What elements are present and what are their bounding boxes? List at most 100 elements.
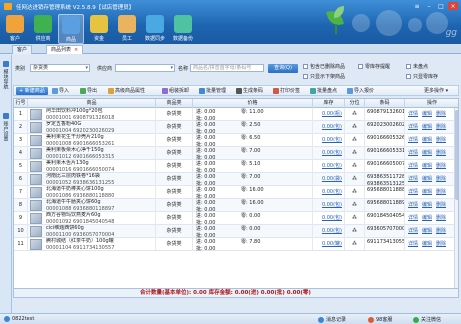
stock-link[interactable]: 0.00(罐) bbox=[313, 238, 345, 251]
delete-link[interactable]: 删除 bbox=[436, 173, 446, 186]
close-icon[interactable]: × bbox=[448, 2, 458, 10]
detail-link[interactable]: 详情 bbox=[408, 199, 418, 212]
delete-link[interactable]: 删除 bbox=[436, 225, 446, 238]
nav-supplier[interactable]: 供应商 bbox=[30, 14, 56, 44]
detail-link[interactable]: 详情 bbox=[408, 212, 418, 225]
table-row[interactable]: 3 美利果花生干炒壳片210g 00001008 6901666053261 杂货类进… bbox=[14, 134, 458, 147]
col-price[interactable]: 价格 bbox=[193, 99, 313, 108]
menu-icon[interactable]: ≡ bbox=[412, 2, 422, 10]
detail-link[interactable]: 详情 bbox=[408, 173, 418, 186]
edit-link[interactable]: 编辑 bbox=[422, 160, 432, 173]
support-button[interactable]: 98客服 bbox=[368, 316, 392, 323]
stock-link[interactable]: 0.00(瓶) bbox=[313, 108, 345, 121]
col-product[interactable]: 商品 bbox=[28, 99, 156, 108]
export-button[interactable]: 导出 bbox=[80, 87, 97, 95]
delete-link[interactable]: 删除 bbox=[436, 160, 446, 173]
tab-close-icon[interactable]: × bbox=[74, 47, 78, 53]
zero-stock-alert-checkbox[interactable]: 零库存提醒 bbox=[358, 63, 390, 70]
nav-sync[interactable]: 数据同步 bbox=[142, 14, 168, 44]
nav-money[interactable]: 资金 bbox=[86, 14, 112, 44]
follow-wechat-button[interactable]: 关注微信 bbox=[413, 316, 441, 323]
edit-link[interactable]: 编辑 bbox=[422, 238, 432, 251]
table-row[interactable]: 7 北海道牛奶棒夹心饼100g 00001086 6936880118880 杂货类进… bbox=[14, 186, 458, 199]
stock-link[interactable]: 0.00(包) bbox=[313, 199, 345, 212]
stock-link[interactable]: 0.00(包) bbox=[313, 212, 345, 225]
detail-link[interactable]: 详情 bbox=[408, 225, 418, 238]
not-counted-checkbox[interactable]: 未盘点 bbox=[406, 63, 428, 70]
minimize-icon[interactable]: – bbox=[424, 2, 434, 10]
stock-link[interactable]: 0.00(包) bbox=[313, 225, 345, 238]
stock-link[interactable]: 0.00(袋) bbox=[313, 173, 345, 186]
table-row[interactable]: 10 cici维题西饼60g 00001100 6936057070004 杂货类 进:… bbox=[14, 225, 458, 238]
supplier-select[interactable] bbox=[115, 64, 175, 72]
table-row[interactable]: 11 腾村城结（红茶牛奶）100g罐 00001104 6911734130557 杂… bbox=[14, 238, 458, 251]
detail-link[interactable]: 详情 bbox=[408, 108, 418, 121]
delete-link[interactable]: 删除 bbox=[436, 238, 446, 251]
detail-link[interactable]: 详情 bbox=[408, 186, 418, 199]
new-product-button[interactable]: + 新建商品 bbox=[16, 87, 48, 95]
name-search-input[interactable]: 商品名/拼音首字母/条码号 bbox=[190, 64, 264, 72]
table-row[interactable]: 6 河南比三层肉铁卷*16袋 00001052 6938636131255 杂货类 进:… bbox=[14, 173, 458, 186]
tab-customer[interactable]: 客户 bbox=[12, 45, 33, 54]
nav-customer[interactable]: 客户 bbox=[2, 14, 28, 44]
table-row[interactable]: 2 罗定五香粉40G 00001004 6920230026029 杂货类 进: 0.0… bbox=[14, 121, 458, 134]
col-unit[interactable]: 分位 bbox=[345, 99, 365, 108]
table-row[interactable]: 9 西方谷物玛饮燕麦片60g 00001092 6901845040548 杂货类 进:… bbox=[14, 212, 458, 225]
edit-link[interactable]: 编辑 bbox=[422, 108, 432, 121]
col-actions[interactable]: 操作 bbox=[405, 99, 458, 108]
table-row[interactable]: 5 美利果木舌片130g 00001016 6901666050074 杂货类 进: 0… bbox=[14, 160, 458, 173]
more-actions-dropdown[interactable]: 更多操作 ▾ bbox=[424, 87, 448, 95]
rail-module-nav[interactable]: 模块导航 bbox=[1, 61, 11, 89]
import-button[interactable]: 导入 bbox=[52, 87, 69, 95]
delete-link[interactable]: 删除 bbox=[436, 147, 446, 160]
col-barcode[interactable]: 条码 bbox=[365, 99, 405, 108]
col-index[interactable]: 行号 bbox=[14, 99, 28, 108]
rail-account-settings[interactable]: 账户设置 bbox=[1, 113, 11, 141]
nav-backup[interactable]: 数据备份 bbox=[170, 14, 196, 44]
maximize-icon[interactable]: □ bbox=[436, 2, 446, 10]
vertical-scrollbar[interactable] bbox=[454, 108, 458, 290]
include-deleted-checkbox[interactable]: 包含已删除商品 bbox=[303, 63, 345, 70]
detail-link[interactable]: 详情 bbox=[408, 147, 418, 160]
assemble-button[interactable]: 组装拆卸 bbox=[162, 87, 189, 95]
delisted-only-checkbox[interactable]: 只显示下架商品 bbox=[303, 73, 345, 80]
edit-link[interactable]: 编辑 bbox=[422, 147, 432, 160]
table-row[interactable]: 8 北海道牛牛肠夹心饼60g 00001088 6936880118897 杂货类 进:… bbox=[14, 199, 458, 212]
scroll-thumb[interactable] bbox=[455, 110, 458, 200]
delete-link[interactable]: 删除 bbox=[436, 186, 446, 199]
stock-link[interactable]: 0.00(包) bbox=[313, 134, 345, 147]
gen-barcode-button[interactable]: 生成条码 bbox=[236, 87, 263, 95]
delete-link[interactable]: 删除 bbox=[436, 121, 446, 134]
edit-link[interactable]: 编辑 bbox=[422, 186, 432, 199]
edit-link[interactable]: 编辑 bbox=[422, 121, 432, 134]
edit-link[interactable]: 编辑 bbox=[422, 212, 432, 225]
delete-link[interactable]: 删除 bbox=[436, 212, 446, 225]
nav-staff[interactable]: 员工 bbox=[114, 14, 140, 44]
edit-link[interactable]: 编辑 bbox=[422, 134, 432, 147]
message-log-button[interactable]: 消息记录 bbox=[318, 316, 346, 323]
print-label-button[interactable]: 打印价签 bbox=[273, 87, 300, 95]
detail-link[interactable]: 详情 bbox=[408, 238, 418, 251]
edit-link[interactable]: 编辑 bbox=[422, 199, 432, 212]
stock-link[interactable]: 0.00(包) bbox=[313, 121, 345, 134]
batch-manage-button[interactable]: 批量管理 bbox=[199, 87, 226, 95]
table-row[interactable]: 4 美利果板栗木心净千150g 00001012 6901666053315 杂货类进… bbox=[14, 147, 458, 160]
stock-link[interactable]: 0.00(包) bbox=[313, 186, 345, 199]
zero-stock-only-checkbox[interactable]: 只显零库存 bbox=[406, 73, 438, 80]
edit-link[interactable]: 编辑 bbox=[422, 173, 432, 186]
advanced-attrs-button[interactable]: 高级商品属性 bbox=[108, 87, 145, 95]
query-button[interactable]: 查询(Q) bbox=[268, 64, 298, 73]
import-quote-button[interactable]: 导入报价 bbox=[347, 87, 374, 95]
batch-count-button[interactable]: 批量盘点 bbox=[310, 87, 337, 95]
table-row[interactable]: 1 阿华田饮料冲100g*20包 00001001 6908791326018 杂货类… bbox=[14, 108, 458, 121]
delete-link[interactable]: 删除 bbox=[436, 199, 446, 212]
delete-link[interactable]: 删除 bbox=[436, 134, 446, 147]
col-category[interactable]: 商品类 bbox=[156, 99, 193, 108]
detail-link[interactable]: 详情 bbox=[408, 160, 418, 173]
stock-link[interactable]: 0.00(包) bbox=[313, 160, 345, 173]
delete-link[interactable]: 删除 bbox=[436, 108, 446, 121]
detail-link[interactable]: 详情 bbox=[408, 121, 418, 134]
category-select[interactable]: 杂货类 bbox=[30, 64, 90, 72]
tab-product-list[interactable]: 商品列表 × bbox=[46, 45, 84, 54]
stock-link[interactable]: 0.00(包) bbox=[313, 147, 345, 160]
